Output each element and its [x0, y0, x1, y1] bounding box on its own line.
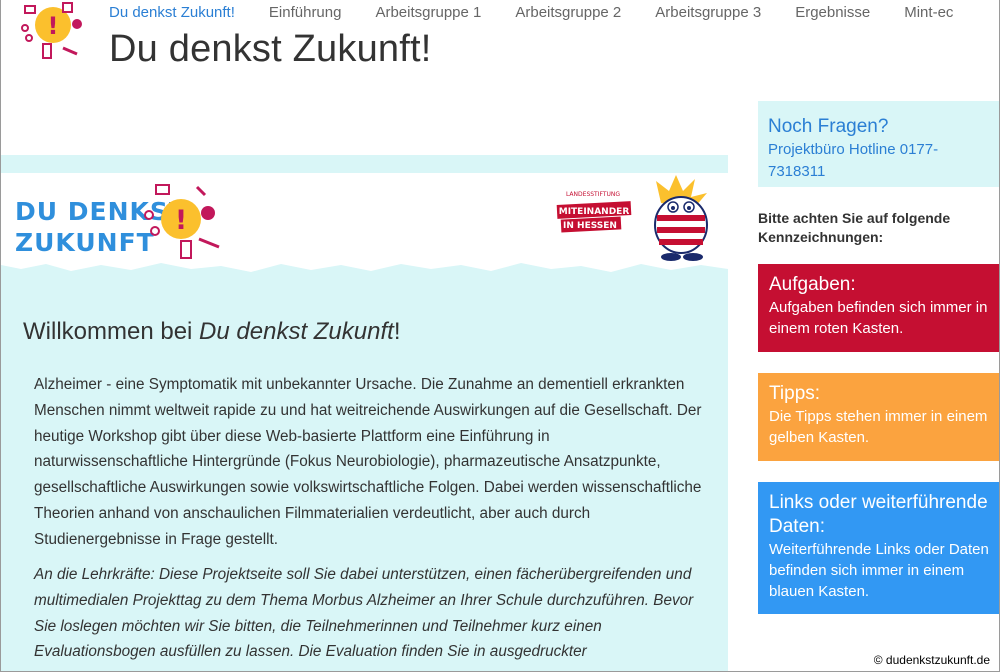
nav-item-ergebnisse[interactable]: Ergebnisse — [795, 4, 870, 22]
tasks-legend-box: Aufgaben: Aufgaben befinden sich immer i… — [758, 264, 999, 352]
intro-paragraph: Alzheimer - eine Symptomatik mit unbekan… — [34, 376, 702, 548]
faq-title: Noch Fragen? — [768, 116, 889, 137]
project-banner: DU DENKST ZUKUNFT ! LANDESSTIFTUNG MITEI… — [1, 173, 728, 273]
banner-logo-line2: ZUKUNFT — [15, 228, 155, 257]
partner-logo-line1: MITEINANDER — [559, 207, 630, 217]
site-title: Du denkst Zukunft! — [109, 28, 432, 70]
nav-item-home[interactable]: Du denkst Zukunft! — [109, 4, 235, 22]
banner-logo-line1: DU DENKST — [15, 197, 187, 226]
tips-legend-title: Tipps: — [769, 383, 821, 404]
welcome-project-name: Du denkst Zukunft — [199, 318, 394, 345]
links-legend-box: Links oder weiterführende Daten: Weiterf… — [758, 482, 999, 614]
welcome-suffix: ! — [393, 318, 401, 345]
nav-item-arbeitsgruppe-3[interactable]: Arbeitsgruppe 3 — [655, 4, 761, 22]
welcome-heading: Willkommen bei Du denkst Zukunft! — [23, 318, 400, 346]
site-logo-icon[interactable]: ! — [19, 0, 91, 62]
nav-item-arbeitsgruppe-1[interactable]: Arbeitsgruppe 1 — [375, 4, 481, 22]
tasks-legend-title: Aufgaben: — [769, 274, 856, 295]
tasks-legend-text: Aufgaben befinden sich immer in einem ro… — [769, 299, 988, 337]
partner-logo-line2: IN HESSEN — [563, 221, 617, 231]
main-navigation: Du denkst Zukunft! Einführung Arbeitsgru… — [109, 4, 987, 22]
nav-item-arbeitsgruppe-2[interactable]: Arbeitsgruppe 2 — [515, 4, 621, 22]
mascot-icon — [654, 175, 708, 261]
page-frame: ! Du denkst Zukunft! Einführung Arbeitsg… — [0, 0, 1000, 672]
partner-logo-icon: LANDESSTIFTUNG MITEINANDER IN HESSEN — [556, 191, 632, 233]
nav-item-einfuehrung[interactable]: Einführung — [269, 4, 342, 22]
links-legend-text: Weiterführende Links oder Daten befinden… — [769, 541, 989, 600]
legend-note: Bitte achten Sie auf folgende Kennzeichn… — [758, 210, 951, 245]
welcome-prefix: Willkommen bei — [23, 318, 200, 345]
faq-box: Noch Fragen? Projektbüro Hotline 0177-73… — [758, 101, 999, 187]
tips-legend-text: Die Tipps stehen immer in einem gelben K… — [769, 408, 988, 446]
main-content: DU DENKST ZUKUNFT ! LANDESSTIFTUNG MITEI… — [1, 155, 728, 671]
nav-item-mint-ec[interactable]: Mint-ec — [904, 4, 953, 22]
faq-hotline: Projektbüro Hotline 0177-7318311 — [768, 141, 939, 180]
tips-legend-box: Tipps: Die Tipps stehen immer in einem g… — [758, 373, 999, 461]
partner-logo-small: LANDESSTIFTUNG — [566, 191, 620, 198]
copyright-watermark: © dudenkstzukunft.de — [870, 652, 993, 668]
svg-text:!: ! — [175, 205, 187, 236]
teacher-note-paragraph: An die Lehrkräfte: Diese Projektseite so… — [34, 566, 694, 661]
banner-top-strip — [1, 155, 728, 173]
svg-text:!: ! — [48, 12, 59, 40]
links-legend-title: Links oder weiterführende Daten: — [769, 492, 988, 537]
banner-graphic: DU DENKST ZUKUNFT ! LANDESSTIFTUNG MITEI… — [15, 175, 708, 261]
